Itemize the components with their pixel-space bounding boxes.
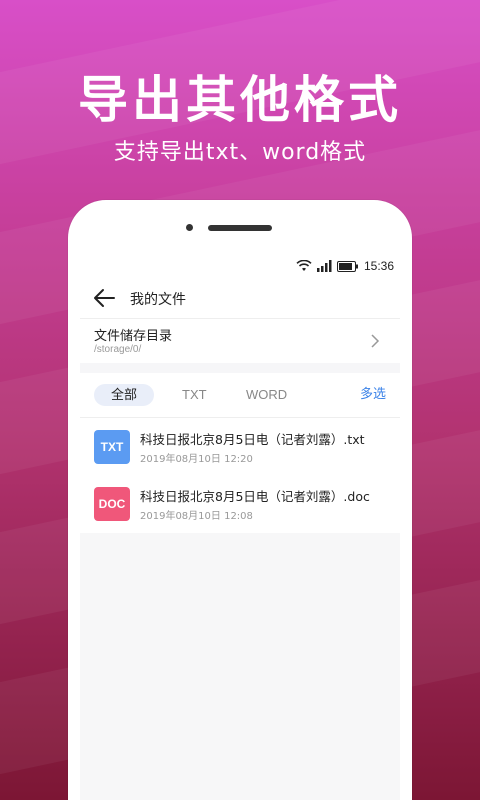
- app-screen: 我的文件 文件储存目录 /storage/0/ 全部 TXT WORD 多选 T…: [80, 278, 400, 800]
- file-type-badge: DOC: [94, 487, 130, 521]
- app-bar: 我的文件: [80, 278, 400, 318]
- tab-txt[interactable]: TXT: [182, 384, 207, 406]
- promo-subline: 支持导出txt、word格式: [113, 140, 367, 165]
- promo-headline: 导出其他格式: [78, 71, 402, 129]
- empty-list-area: [80, 533, 400, 800]
- wifi-icon: [296, 260, 312, 271]
- status-bar: 15:36: [296, 258, 406, 274]
- tab-word[interactable]: WORD: [246, 384, 287, 406]
- file-type-badge: TXT: [94, 430, 130, 464]
- tab-all[interactable]: 全部: [94, 384, 154, 406]
- camera-dot: [186, 224, 193, 231]
- battery-icon: [337, 260, 358, 272]
- chevron-right-icon: [371, 334, 380, 348]
- directory-title: 文件储存目录: [94, 329, 173, 344]
- status-time: 15:36: [364, 259, 395, 273]
- file-date: 2019年08月10日 12:20: [140, 454, 253, 465]
- arrow-left-icon[interactable]: [92, 287, 116, 309]
- page-title: 我的文件: [130, 292, 186, 308]
- directory-path: /storage/0/: [94, 344, 142, 355]
- storage-directory-row[interactable]: 文件储存目录 /storage/0/: [80, 318, 400, 364]
- phone-frame: 15:36 我的文件 文件储存目录 /storage/0/ 全部 TXT WOR…: [68, 200, 412, 800]
- multi-select-button[interactable]: 多选: [360, 384, 386, 406]
- file-name: 科技日报北京8月5日电（记者刘露）.txt: [140, 432, 365, 447]
- file-name: 科技日报北京8月5日电（记者刘露）.doc: [140, 489, 370, 504]
- signal-icon: [317, 260, 332, 272]
- speaker-bar: [208, 225, 272, 231]
- list-item[interactable]: TXT 科技日报北京8月5日电（记者刘露）.txt 2019年08月10日 12…: [80, 420, 400, 476]
- list-item[interactable]: DOC 科技日报北京8月5日电（记者刘露）.doc 2019年08月10日 12…: [80, 477, 400, 533]
- file-date: 2019年08月10日 12:08: [140, 511, 253, 522]
- section-divider: [80, 363, 400, 373]
- filter-tabs: 全部 TXT WORD 多选: [80, 373, 400, 418]
